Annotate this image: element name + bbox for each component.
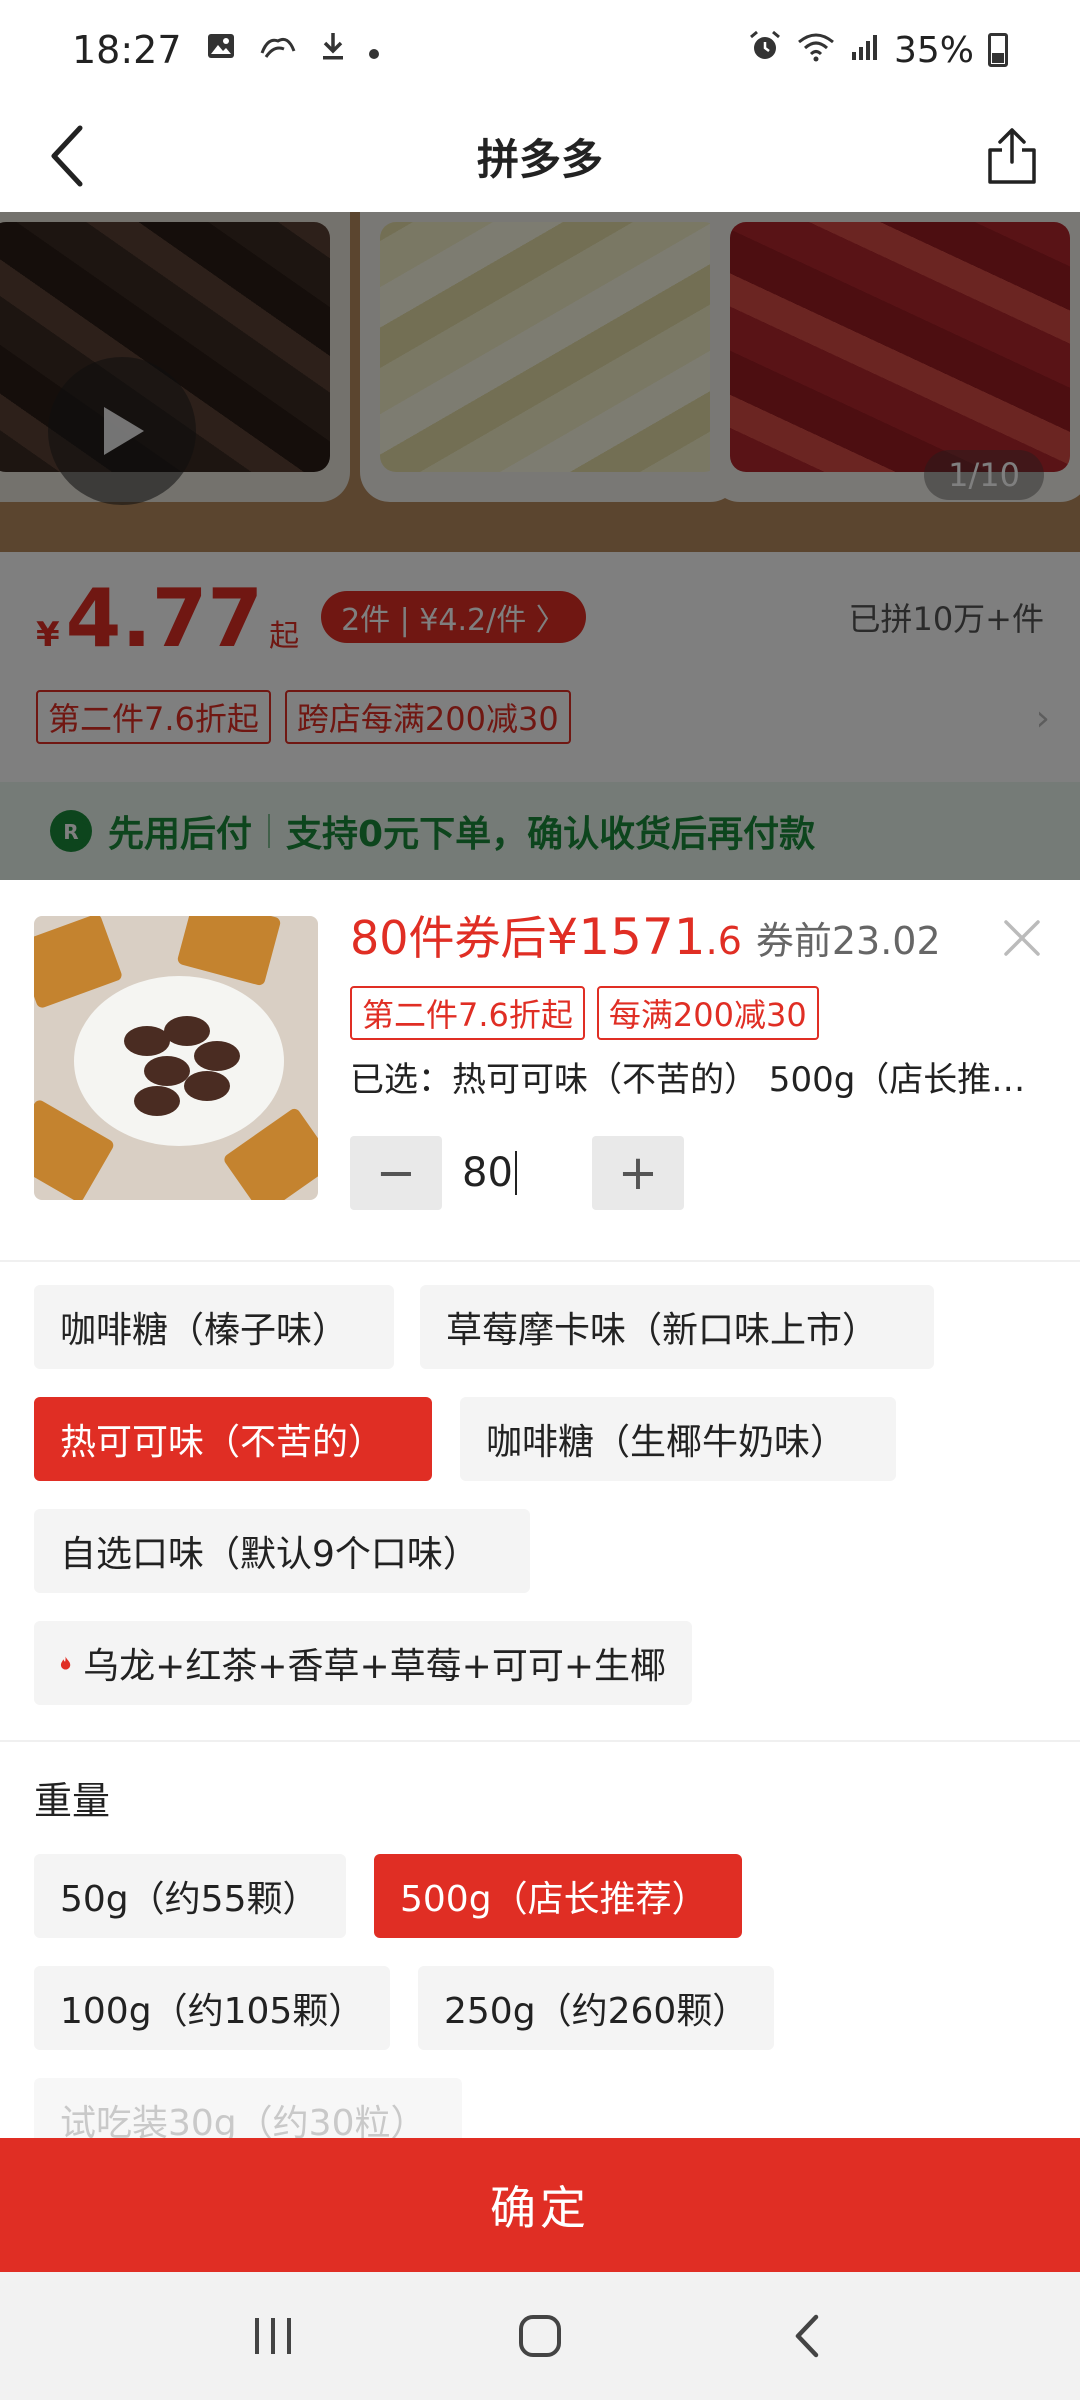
system-back-button[interactable] <box>762 2291 852 2381</box>
alarm-icon <box>748 29 782 72</box>
battery-percent: 35% <box>893 29 974 71</box>
divider <box>0 1740 1080 1742</box>
weight-option[interactable]: 50g（约55颗） <box>34 1854 346 1938</box>
status-time: 18:27 <box>72 28 182 72</box>
status-bar: 18:27 35% <box>0 0 1080 100</box>
image-icon <box>206 31 236 69</box>
sku-price-line: 80件券后 ¥1571 .6 券前23.02 <box>350 902 941 968</box>
sku-thumbnail[interactable] <box>34 916 318 1200</box>
weight-option-disabled: 试吃装30g（约30粒） <box>34 2078 462 2138</box>
system-navigation-bar <box>0 2272 1080 2400</box>
flavor-option-label: 乌龙+红茶+香草+草莓+可可+生椰 <box>83 1646 666 1687</box>
flavor-option-selected[interactable]: 热可可味（不苦的） <box>34 1397 432 1481</box>
home-button[interactable] <box>495 2291 585 2381</box>
weight-section-label: 重量 <box>34 1779 111 1823</box>
flavor-option[interactable]: 乌龙+红茶+香草+草莓+可可+生椰 <box>34 1621 692 1705</box>
flame-icon <box>60 1656 71 1670</box>
flavor-option[interactable]: 草莓摩卡味（新口味上市） <box>420 1285 934 1369</box>
home-icon <box>518 2315 561 2357</box>
sku-selection-sheet: 80件券后 ¥1571 .6 券前23.02 第二件7.6折起 每满200减30… <box>0 880 1080 2138</box>
nav-bar: 拼多多 <box>0 100 1080 212</box>
modal-backdrop[interactable] <box>0 212 1080 880</box>
flavor-option[interactable]: 自选口味（默认9个口味） <box>34 1509 530 1593</box>
recent-apps-button[interactable] <box>228 2291 318 2381</box>
close-button[interactable] <box>990 906 1054 970</box>
text-caret <box>514 1151 517 1195</box>
sku-promo-tag: 每满200减30 <box>596 986 819 1040</box>
close-icon <box>1004 920 1040 956</box>
weight-option[interactable]: 100g（约105颗） <box>34 1966 390 2050</box>
sku-total-price: ¥1571 <box>546 908 706 966</box>
back-icon <box>795 2314 818 2358</box>
divider <box>0 1260 1080 1262</box>
status-right: 35% <box>748 29 1008 72</box>
page-title: 拼多多 <box>476 134 603 184</box>
dot-icon <box>368 33 380 68</box>
chevron-left-icon <box>51 125 83 187</box>
wifi-icon <box>796 30 836 71</box>
back-button[interactable] <box>30 118 106 194</box>
quantity-input[interactable]: 80 <box>442 1136 592 1210</box>
weight-option-selected[interactable]: 500g（店长推荐） <box>374 1854 742 1938</box>
flavor-option[interactable]: 咖啡糖（榛子味） <box>34 1285 394 1369</box>
sku-promo-tags: 第二件7.6折起 每满200减30 <box>350 986 819 1040</box>
sku-promo-tag: 第二件7.6折起 <box>350 986 585 1040</box>
share-button[interactable] <box>974 118 1050 194</box>
gamepad-icon <box>258 31 298 69</box>
sku-selected-summary: 已选：热可可味（不苦的） 500g（店长推荐） <box>350 1060 1050 1100</box>
flavor-option[interactable]: 咖啡糖（生椰牛奶味） <box>460 1397 896 1481</box>
sku-original-price: 券前23.02 <box>755 919 941 963</box>
battery-icon <box>988 33 1008 67</box>
quantity-stepper: − 80 + <box>350 1136 684 1210</box>
signal-icon <box>850 30 880 71</box>
quantity-value: 80 <box>462 1150 513 1196</box>
confirm-button[interactable]: 确定 <box>0 2138 1080 2272</box>
increase-button[interactable]: + <box>592 1136 684 1210</box>
download-icon <box>320 30 346 70</box>
recent-apps-icon <box>255 2318 292 2354</box>
decrease-button[interactable]: − <box>350 1136 442 1210</box>
share-icon <box>988 128 1036 184</box>
status-notification-icons <box>206 30 380 70</box>
weight-option[interactable]: 250g（约260颗） <box>418 1966 774 2050</box>
sku-total-price-decimal: .6 <box>705 919 742 963</box>
sku-qty-coupon-label: 80件券后 <box>350 911 547 965</box>
